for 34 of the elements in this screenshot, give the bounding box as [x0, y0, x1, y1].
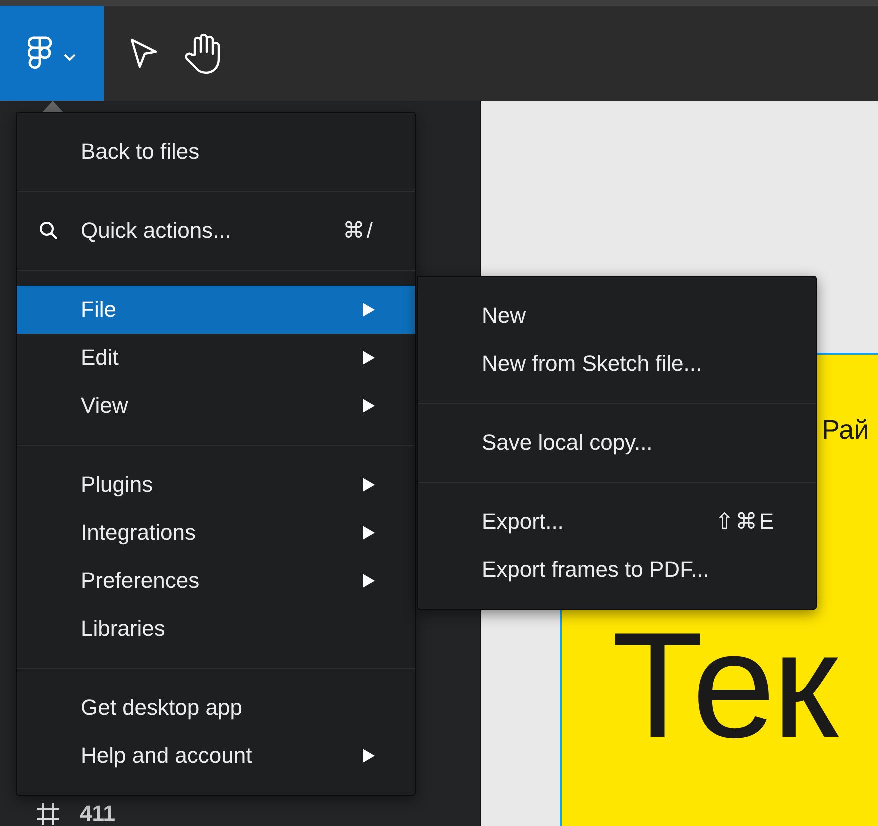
- menu-item[interactable]: Help and account: [17, 732, 415, 780]
- menu-item[interactable]: File: [17, 286, 415, 334]
- layer-name[interactable]: 411: [80, 802, 116, 826]
- cursor-icon: [129, 36, 159, 70]
- submenu-arrow-icon: [363, 574, 375, 588]
- main-menu-button[interactable]: [0, 6, 104, 101]
- menu-item[interactable]: Export frames to PDF...: [418, 546, 816, 594]
- submenu-arrow-icon: [363, 351, 375, 365]
- menu-item[interactable]: Export... ⇧⌘E: [418, 498, 816, 546]
- menu-item[interactable]: View: [17, 382, 415, 430]
- menu-item[interactable]: Plugins: [17, 461, 415, 509]
- frame-text: Рай: [822, 415, 870, 446]
- logo-icon: [28, 36, 52, 72]
- menu-item[interactable]: Save local copy...: [418, 419, 816, 467]
- menu-item[interactable]: Quick actions... ⌘/: [17, 207, 415, 255]
- shortcut-label: ⇧⌘E: [715, 509, 776, 535]
- menu-item[interactable]: Edit: [17, 334, 415, 382]
- menu-item[interactable]: Integrations: [17, 509, 415, 557]
- menu-item[interactable]: Preferences: [17, 557, 415, 605]
- submenu-arrow-icon: [363, 478, 375, 492]
- menu-item[interactable]: Back to files: [17, 128, 415, 176]
- submenu-arrow-icon: [363, 749, 375, 763]
- menu-item[interactable]: New from Sketch file...: [418, 340, 816, 388]
- menu-item[interactable]: Get desktop app: [17, 684, 415, 732]
- chevron-down-icon: [64, 54, 76, 62]
- submenu-arrow-icon: [363, 399, 375, 413]
- menu-item[interactable]: New: [418, 292, 816, 340]
- hand-icon: [185, 32, 223, 74]
- shortcut-label: ⌘/: [342, 218, 375, 244]
- menu-item[interactable]: Libraries: [17, 605, 415, 653]
- submenu-arrow-icon: [363, 303, 375, 317]
- frame-icon: [36, 802, 60, 826]
- search-icon: [39, 221, 59, 241]
- submenu-arrow-icon: [363, 526, 375, 540]
